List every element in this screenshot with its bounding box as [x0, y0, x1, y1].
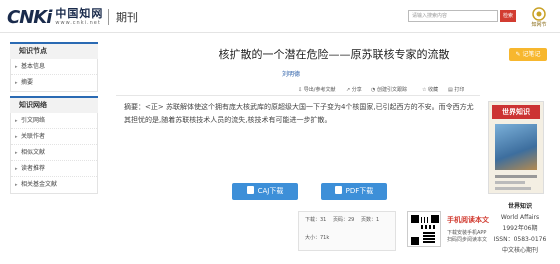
printer-icon: ▤ [448, 87, 453, 93]
caj-download-button[interactable]: CAJ下载 [232, 183, 298, 200]
pdf-file-icon [334, 186, 342, 194]
arrow-right-icon: ▸ [15, 150, 18, 156]
export-label: 导出/参考文献 [303, 87, 336, 93]
cnki-logo[interactable]: CNKi 中国知网 www.cnki.net [7, 6, 103, 28]
export-button[interactable]: ⇩ 导出/参考文献 [298, 86, 335, 93]
journal-info: 世界知识 World Affairs 1992年06期 ISSN：0583-01… [480, 201, 560, 256]
sidebar-item-related-fund[interactable]: ▸ 相关基金文献 [11, 177, 97, 193]
star-icon: ☆ [422, 87, 427, 93]
sidebar-item-label: 基本信息 [21, 63, 46, 70]
note-button[interactable]: ✎ 记笔记 [509, 48, 547, 61]
arrow-right-icon: ▸ [15, 134, 18, 140]
sidebar-item-label: 关联作者 [21, 133, 46, 140]
arrow-right-icon: ▸ [15, 182, 18, 188]
arrow-right-icon: ▸ [15, 166, 18, 172]
stat-pages: 页码：29 [332, 217, 355, 223]
logo-cn: 中国知网 [55, 7, 104, 20]
sidebar-item-citation-network[interactable]: ▸ 引文网络 [11, 113, 97, 129]
qr-code-icon [407, 211, 441, 247]
favorite-button[interactable]: ☆ 收藏 [422, 86, 438, 93]
stats-row: 下载：31 页码：29 页数：1 [305, 216, 389, 225]
print-label: 打印 [454, 87, 465, 93]
stat-size: 大小：71k [305, 235, 330, 241]
journal-panel: ✎ 记笔记 世界知识 世界知识 World Affairs 1992年06期 I… [480, 43, 560, 264]
citation-track-button[interactable]: ◔ 创建引文跟踪 [371, 86, 407, 93]
note-icon: ✎ [515, 51, 521, 58]
share-button[interactable]: ↗ 分享 [346, 86, 362, 93]
share-icon: ↗ [346, 87, 351, 93]
cover-decoration [495, 181, 525, 184]
logo-text-group: 中国知网 www.cnki.net [55, 7, 104, 27]
journal-name[interactable]: 世界知识 [480, 201, 560, 212]
article-stats: 下载：31 页码：29 页数：1 大小：71k [298, 211, 396, 251]
top-header: CNKi 中国知网 www.cnki.net 期刊 请输入搜索内容 检索 知网节 [0, 0, 560, 33]
qr-pattern [411, 215, 439, 245]
note-label: 记笔记 [522, 51, 541, 58]
sidebar: 知识节点 ▸ 基本信息 ▸ 摘要 知识网络 ▸ 引文网络 ▸ 关联作者 ▸ 相似文献 ▸ 读… [10, 42, 98, 194]
article-author[interactable]: 刘明德 [104, 69, 478, 78]
search-button[interactable]: 检索 [500, 10, 516, 22]
arrow-right-icon: ▸ [15, 118, 18, 124]
sidebar-item-reader-recommend[interactable]: ▸ 读者推荐 [11, 161, 97, 177]
sidebar-item-label: 摘要 [21, 79, 34, 86]
citation-label: 创建引文跟踪 [376, 87, 407, 93]
sidebar-item-related-authors[interactable]: ▸ 关联作者 [11, 129, 97, 145]
section-title: 期刊 [116, 11, 138, 24]
article-title: 核扩散的一个潜在危险——原苏联核专家的流散 [218, 48, 450, 61]
journal-issue: 1992年06期 [502, 225, 538, 232]
sidebar-item-similar-docs[interactable]: ▸ 相似文献 [11, 145, 97, 161]
sidebar-group-knowledge-network: 知识网络 [10, 96, 98, 113]
arrow-right-icon: ▸ [15, 64, 18, 70]
arrow-right-icon: ▸ [15, 80, 18, 86]
favorite-label: 收藏 [428, 87, 439, 93]
journal-en-name: World Affairs [500, 214, 540, 221]
pdf-download-button[interactable]: PDF下载 [321, 183, 387, 200]
journal-cover[interactable]: 世界知识 [488, 101, 544, 194]
sidebar-group-knowledge-nodes: 知识节点 [10, 42, 98, 59]
article-abstract: 摘要：<正> 苏联解体使这个拥有庞大核武库的原超级大国一下子变为4个核国家,已引… [124, 103, 474, 124]
sidebar-item-label: 读者推荐 [21, 165, 46, 172]
header-divider [108, 9, 109, 25]
pdf-download-label: PDF下载 [345, 187, 374, 195]
print-button[interactable]: ▤ 打印 [448, 86, 464, 93]
sidebar-item-label: 相关基金文献 [21, 181, 58, 188]
caj-download-label: CAJ下载 [257, 187, 284, 195]
cover-decoration [495, 187, 531, 190]
sidebar-item-basic-info[interactable]: ▸ 基本信息 [11, 59, 97, 75]
share-label: 分享 [351, 87, 362, 93]
journal-tag: 中文核心期刊 [501, 247, 538, 254]
logo-en: www.cnki.net [55, 20, 101, 26]
knowledge-node-logo-icon: 知网节 [531, 7, 547, 28]
logo-mark: CNKi [7, 6, 52, 28]
caj-file-icon [246, 186, 254, 194]
brand-right-text: 知网节 [531, 21, 546, 28]
journal-issn: ISSN：0583-0176 [493, 236, 547, 243]
sidebar-group2-list: ▸ 引文网络 ▸ 关联作者 ▸ 相似文献 ▸ 读者推荐 ▸ 相关基金文献 [10, 113, 98, 194]
cover-title: 世界知识 [492, 105, 540, 119]
sidebar-group1-list: ▸ 基本信息 ▸ 摘要 [10, 59, 98, 92]
bell-icon: ◔ [371, 87, 376, 93]
cover-decoration [495, 175, 537, 178]
stat-downloads: 下载：31 [305, 217, 327, 223]
search-input[interactable]: 请输入搜索内容 [408, 10, 498, 22]
cover-image [495, 124, 537, 170]
stat-page-count: 页数：1 [360, 217, 380, 223]
toolbar-divider [116, 95, 480, 96]
sidebar-item-label: 相似文献 [21, 149, 46, 156]
sidebar-item-abstract[interactable]: ▸ 摘要 [11, 75, 97, 91]
export-icon: ⇩ [298, 87, 303, 93]
sidebar-item-label: 引文网络 [21, 117, 46, 124]
